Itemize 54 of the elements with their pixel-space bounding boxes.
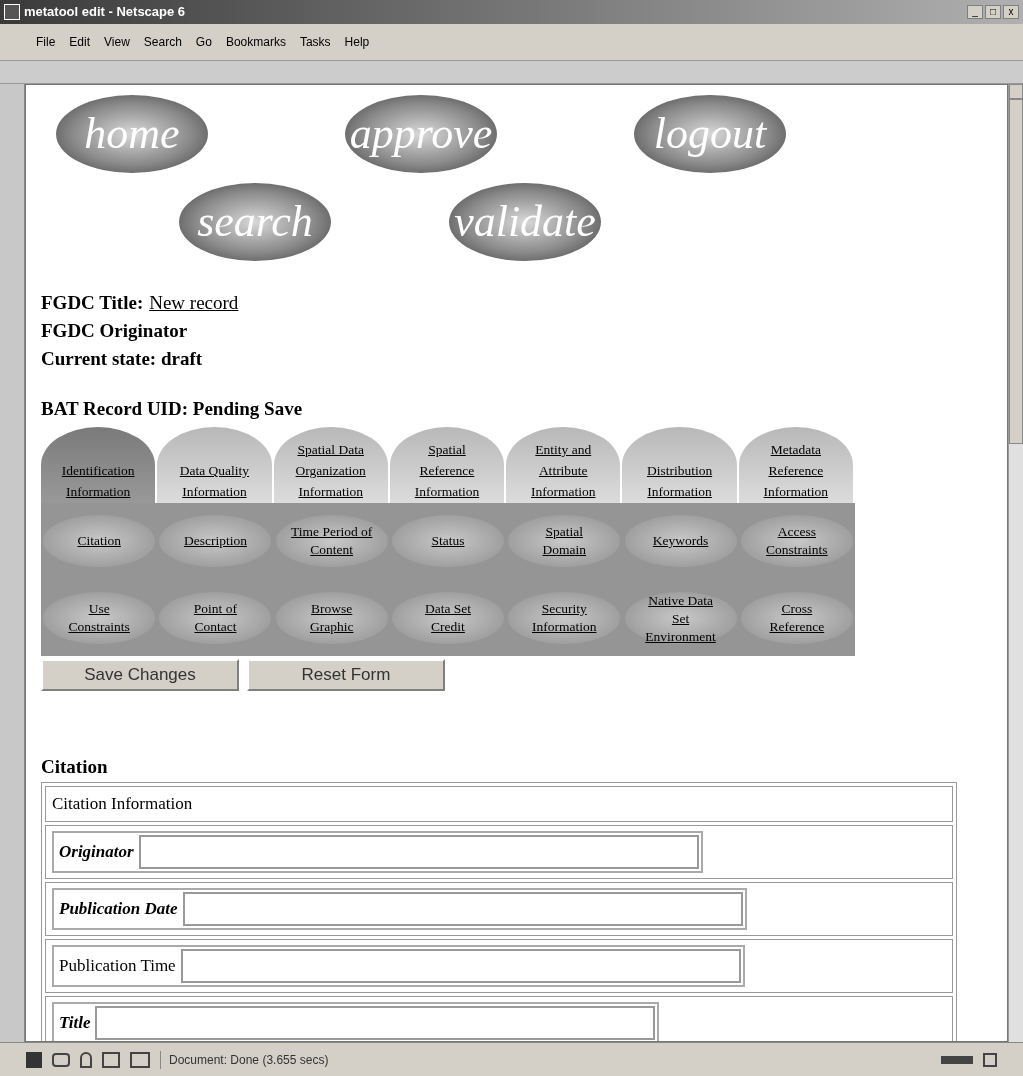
menu-item[interactable]: Help [344, 33, 370, 51]
menu-item[interactable]: View [104, 33, 130, 51]
vertical-scrollbar[interactable] [1008, 84, 1023, 1042]
window-control-button[interactable]: _ [967, 5, 983, 19]
record-title-link[interactable]: New record [149, 289, 239, 317]
window-control-button[interactable]: □ [985, 5, 1001, 19]
status-text: Document: Done (3.655 secs) [160, 1050, 329, 1069]
subsection-link[interactable]: Native Data Set Environment [624, 591, 737, 644]
subsection-link[interactable]: Time Period of Content [275, 515, 388, 568]
title-label: FGDC Title: [41, 291, 144, 315]
field-label: Title [58, 1011, 92, 1034]
subsection-link[interactable]: Browse Graphic [275, 591, 388, 644]
subsection-link[interactable]: Citation [43, 515, 156, 568]
scroll-up-icon[interactable] [1009, 84, 1023, 99]
field-label: Originator [58, 840, 135, 863]
menu-item[interactable]: Edit [69, 33, 91, 51]
subsection-link[interactable]: Spatial Domain [508, 515, 621, 568]
menu-item[interactable]: Search [143, 33, 182, 51]
field-label: Publication Date [58, 897, 179, 920]
subsection-link[interactable]: Keywords [624, 515, 737, 568]
subsection-link[interactable]: Status [392, 515, 504, 568]
section-tab[interactable]: Data Quality Information [157, 427, 272, 503]
record-uid-label: BAT Record UID: Pending Save [41, 397, 304, 421]
window-title: metatool edit - Netscape 6 [24, 3, 186, 22]
form-button[interactable]: Save Changes [41, 659, 239, 691]
subsection-link[interactable]: Use Constraints [43, 591, 156, 644]
text-input-field[interactable] [180, 948, 741, 983]
scroll-thumb[interactable] [1009, 99, 1023, 444]
form-button[interactable]: Reset Form [247, 659, 445, 691]
subsection-link[interactable]: Access Constraints [740, 515, 853, 568]
subsection-link[interactable]: Point of Contact [159, 591, 272, 644]
subsection-link[interactable]: Description [159, 515, 272, 568]
section-tab[interactable]: Spatial Reference Information [389, 427, 505, 503]
table-header: Citation Information [45, 785, 953, 822]
section-tab[interactable]: Entity and Attribute Information [506, 427, 621, 503]
section-tab[interactable]: Metadata Reference Information [738, 427, 853, 503]
menu-item[interactable]: File [36, 33, 56, 51]
menu-item[interactable]: Go [195, 33, 212, 51]
originator-label: FGDC Originator [41, 319, 189, 343]
section-tab[interactable]: Identification Information [41, 427, 156, 503]
text-input-field[interactable] [138, 834, 699, 869]
text-input-field[interactable] [182, 891, 743, 926]
section-tab[interactable]: Spatial Data Organization Information [273, 427, 388, 503]
subsection-link[interactable]: Security Information [508, 591, 621, 644]
menu-item[interactable]: Tasks [299, 33, 331, 51]
section-heading: Citation [41, 755, 109, 779]
subsection-link[interactable]: Cross Reference [740, 591, 853, 644]
menu-item[interactable]: Bookmarks [225, 33, 286, 51]
section-tab[interactable]: Distribution Information [622, 427, 737, 503]
subsection-link[interactable]: Data Set Credit [392, 591, 504, 644]
window-control-button[interactable]: x [1003, 5, 1019, 19]
field-label: Publication Time [58, 954, 177, 977]
text-input-field[interactable] [95, 1005, 656, 1040]
state-label: Current state: draft [41, 347, 204, 371]
